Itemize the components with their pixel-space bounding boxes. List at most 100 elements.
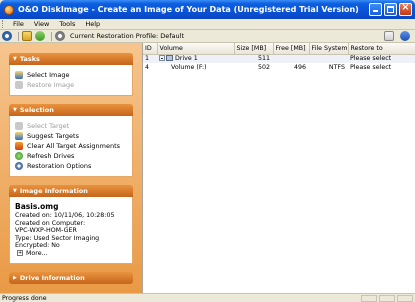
status-cell — [361, 295, 377, 302]
column-header-restore-to[interactable]: Restore to — [348, 43, 415, 55]
cell-filesystem — [309, 54, 348, 63]
chevron-right-icon: ▶ — [13, 274, 17, 281]
task-label: Suggest Targets — [27, 132, 79, 140]
toolbar: Current Restoration Profile: Default — [0, 30, 415, 43]
cell-id: 4 — [145, 64, 150, 71]
drive-info-panel: ▶ Drive Information — [9, 271, 133, 284]
image-computer-label: Created on Computer: — [15, 219, 86, 227]
tasks-panel-header[interactable]: ▼ Tasks — [9, 53, 133, 65]
tasks-panel-title: Tasks — [19, 55, 40, 63]
more-label: More... — [26, 249, 48, 257]
tasks-panel: ▼ Tasks Select Image Restore Image — [9, 53, 133, 96]
task-select-target[interactable]: Select Target — [15, 121, 128, 131]
cell-restore-to[interactable]: Please select — [348, 54, 415, 63]
status-bar: Progress done — [0, 293, 415, 302]
close-button[interactable]: × — [399, 2, 412, 16]
task-label: Restoration Options — [27, 162, 92, 170]
restore-image-icon — [15, 81, 23, 89]
task-restore-image[interactable]: Restore Image — [15, 80, 128, 90]
select-image-icon — [15, 71, 23, 79]
volume-name: Volume (F:) — [171, 64, 207, 71]
task-refresh-drives[interactable]: Refresh Drives — [15, 151, 128, 161]
window-title: O&O DiskImage - Create an Image of Your … — [18, 5, 359, 14]
menu-view[interactable]: View — [29, 20, 54, 28]
chevron-down-icon: ▼ — [13, 188, 17, 194]
task-select-image[interactable]: Select Image — [15, 70, 128, 80]
task-sidebar: ▼ Tasks Select Image Restore Image ▼ Sel… — [0, 43, 142, 293]
drive-info-panel-header[interactable]: ▶ Drive Information — [9, 271, 133, 284]
image-created-on: Created on: 10/11/06, 10:28:05 — [15, 212, 115, 219]
menu-tools[interactable]: Tools — [54, 20, 80, 28]
expand-icon: + — [17, 249, 23, 256]
cell-size: 502 — [257, 64, 270, 71]
volume-table: ID Volume Size [MB] Free [MB] File Syste… — [143, 43, 415, 72]
image-name: Basis.omg — [15, 202, 59, 211]
menu-help[interactable]: Help — [80, 20, 105, 28]
task-label: Clear All Target Assignments — [27, 142, 121, 150]
volume-name: Drive 1 — [175, 55, 198, 63]
cell-filesystem: NTFS — [328, 64, 345, 71]
cell-restore-to[interactable]: Please select — [348, 63, 415, 72]
maximize-button[interactable] — [384, 3, 397, 16]
options-icon[interactable] — [384, 31, 394, 41]
toolbar-separator — [51, 31, 52, 41]
refresh-icon[interactable] — [35, 31, 45, 41]
disk-icon[interactable] — [2, 31, 12, 41]
refresh-drives-icon — [15, 152, 23, 160]
selection-panel: ▼ Selection Select Target Suggest Target… — [9, 104, 133, 177]
task-clear-assignments[interactable]: Clear All Target Assignments — [15, 141, 128, 151]
status-cell — [379, 295, 395, 302]
cell-id: 1 — [145, 55, 150, 63]
drive-icon — [166, 55, 173, 62]
help-icon[interactable] — [400, 31, 410, 41]
profile-icon[interactable] — [55, 31, 65, 41]
status-text: Progress done — [2, 294, 47, 302]
task-label: Restore Image — [27, 81, 75, 89]
image-encrypted: Encrypted: No — [15, 242, 60, 250]
column-header-filesystem[interactable]: File System — [309, 43, 349, 55]
collapse-icon[interactable] — [159, 55, 165, 62]
volume-table-area: ID Volume Size [MB] Free [MB] File Syste… — [142, 43, 415, 293]
menu-file[interactable]: File — [8, 20, 29, 28]
image-info-panel-header[interactable]: ▼ Image Information — [9, 185, 133, 197]
image-type: Type: Used Sector Imaging — [15, 234, 100, 242]
status-cell — [397, 295, 413, 302]
task-label: Select Target — [27, 122, 70, 130]
task-suggest-targets[interactable]: Suggest Targets — [15, 131, 128, 141]
column-header-free[interactable]: Free [MB] — [273, 43, 310, 55]
image-computer: VPC-WXP-HOM-GER — [15, 227, 77, 235]
image-more-link[interactable]: + More... — [15, 249, 128, 258]
column-header-volume[interactable]: Volume — [157, 43, 235, 55]
restoration-options-icon — [15, 162, 23, 170]
menu-grip — [2, 20, 4, 28]
menu-bar: File View Tools Help — [0, 19, 415, 30]
select-target-icon — [15, 122, 23, 130]
chevron-down-icon: ▼ — [13, 107, 17, 113]
selection-panel-header[interactable]: ▼ Selection — [9, 104, 133, 116]
restoration-profile-label: Current Restoration Profile: Default — [70, 32, 185, 40]
cell-size: 511 — [257, 55, 270, 63]
open-folder-icon[interactable] — [22, 31, 32, 41]
tasks-panel-body: Select Image Restore Image — [9, 65, 133, 96]
selection-panel-title: Selection — [19, 106, 54, 114]
task-restoration-options[interactable]: Restoration Options — [15, 161, 128, 171]
cell-free: 496 — [293, 64, 306, 71]
image-info-panel-title: Image Information — [19, 187, 88, 195]
image-info-panel-body: Basis.omg Created on: 10/11/06, 10:28:05… — [9, 197, 133, 264]
table-row[interactable]: 1 Drive 1 511 Please select — [143, 54, 415, 63]
cell-free — [273, 54, 309, 63]
task-label: Refresh Drives — [27, 152, 75, 160]
table-header-row: ID Volume Size [MB] Free [MB] File Syste… — [143, 43, 415, 55]
maximize-icon — [387, 6, 394, 13]
minimize-button[interactable] — [369, 3, 382, 16]
table-row[interactable]: 4 Volume (F:) 502 496 NTFS Please select — [143, 63, 415, 72]
column-header-id[interactable]: ID — [143, 43, 158, 55]
suggest-targets-icon — [15, 132, 23, 140]
task-label: Select Image — [27, 71, 70, 79]
column-header-size[interactable]: Size [MB] — [234, 43, 274, 55]
title-bar: O&O DiskImage - Create an Image of Your … — [0, 0, 415, 19]
minimize-icon — [373, 10, 378, 12]
app-icon — [4, 4, 14, 15]
image-info-panel: ▼ Image Information Basis.omg Created on… — [9, 185, 133, 264]
cell-volume: Drive 1 — [157, 54, 234, 63]
